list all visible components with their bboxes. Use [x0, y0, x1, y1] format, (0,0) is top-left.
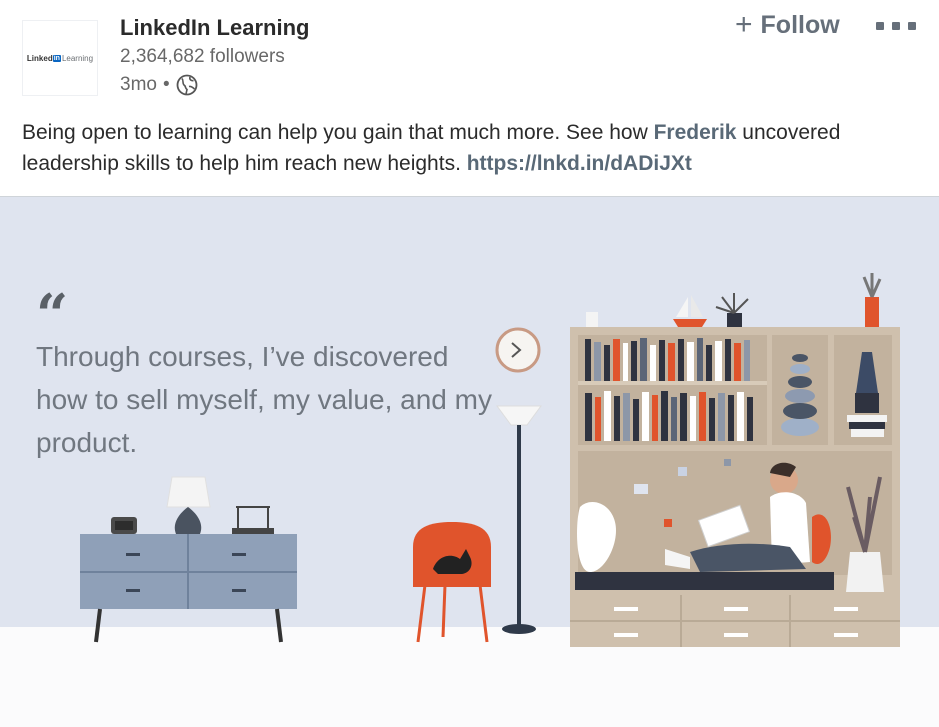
- post-text-part: Being open to learning can help you gain…: [22, 121, 654, 144]
- logo-brand: Linked: [26, 53, 53, 63]
- post-header: Linked in Learning LinkedIn Learning 2,364…: [0, 0, 939, 110]
- org-name[interactable]: LinkedIn Learning: [120, 15, 309, 41]
- follow-label: Follow: [760, 10, 840, 39]
- post-time: 3mo: [120, 74, 157, 95]
- testimonial-quote: Through courses, I’ve discovered how to …: [36, 341, 492, 458]
- plus-icon: +: [735, 8, 753, 41]
- follower-count: 2,364,682 followers: [120, 46, 285, 67]
- post-commentary: Being open to learning can help you gain…: [22, 117, 922, 179]
- company-logo[interactable]: Linked in Learning: [22, 20, 98, 96]
- bookshelf: [570, 273, 900, 647]
- meta-separator: •: [162, 74, 170, 95]
- logo-wordmark: Linked in Learning: [27, 54, 93, 63]
- follow-button[interactable]: + Follow: [735, 10, 840, 40]
- globe-icon: [176, 74, 198, 96]
- logo-product: Learning: [61, 53, 94, 63]
- post-url-link[interactable]: https://lnkd.in/dADiJXt: [467, 152, 692, 175]
- logo-in-badge: in: [52, 54, 61, 62]
- more-options-icon[interactable]: [876, 14, 916, 38]
- mention-link[interactable]: Frederik: [654, 121, 737, 144]
- post-meta: 3mo •: [120, 74, 198, 96]
